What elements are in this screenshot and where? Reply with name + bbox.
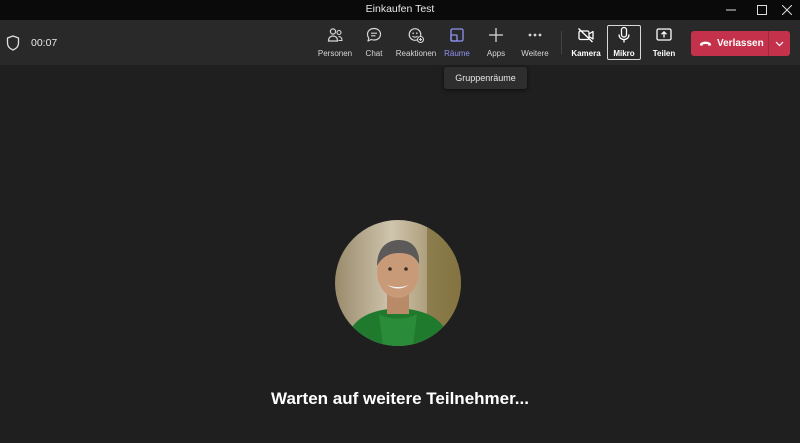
close-icon	[782, 5, 792, 15]
rooms-tooltip: Gruppenräume	[444, 67, 527, 89]
camera-button[interactable]: Kamera	[570, 24, 602, 61]
more-icon	[528, 33, 542, 37]
share-button[interactable]: Teilen	[650, 24, 678, 61]
shield-icon	[6, 35, 20, 51]
title-bar: Einkaufen Test	[0, 0, 800, 20]
camera-off-icon	[578, 27, 594, 43]
apps-button[interactable]: Apps	[484, 24, 508, 61]
chevron-down-icon	[775, 41, 784, 46]
waiting-message: Warten auf weitere Teilnehmer...	[271, 389, 529, 408]
leave-options-dropdown[interactable]	[769, 31, 790, 56]
participant-avatar	[335, 220, 461, 346]
minimize-icon	[726, 9, 736, 11]
chat-icon	[366, 27, 382, 42]
more-button[interactable]: Weitere	[520, 24, 550, 61]
reactions-label: Reaktionen	[395, 49, 437, 58]
microphone-icon	[618, 26, 630, 43]
camera-label: Kamera	[571, 49, 601, 58]
window-title: Einkaufen Test	[365, 3, 435, 15]
meeting-toolbar: 00:07 Personen Chat Reaktionen Räume App…	[0, 20, 800, 65]
reactions-button[interactable]: Reaktionen	[396, 24, 436, 61]
minimize-button[interactable]	[716, 0, 746, 20]
leave-button[interactable]: Verlassen	[691, 31, 768, 56]
plus-icon	[489, 28, 503, 42]
people-label: Personen	[317, 49, 353, 58]
hang-up-icon	[699, 41, 712, 46]
reactions-icon	[408, 28, 425, 44]
toolbar-divider	[561, 31, 562, 54]
close-button[interactable]	[772, 0, 800, 20]
chat-button[interactable]: Chat	[362, 24, 386, 61]
leave-label: Verlassen	[717, 38, 764, 49]
mic-button[interactable]: Mikro	[610, 24, 638, 61]
avatar-photo	[335, 220, 461, 346]
mic-label: Mikro	[613, 49, 635, 58]
share-label: Teilen	[652, 49, 676, 58]
chat-label: Chat	[365, 49, 383, 58]
apps-label: Apps	[486, 49, 506, 58]
breakout-rooms-icon	[450, 28, 464, 42]
rooms-button[interactable]: Räume	[444, 24, 470, 61]
people-button[interactable]: Personen	[318, 24, 352, 61]
meeting-timer: 00:07	[31, 37, 58, 49]
people-icon	[327, 28, 343, 42]
leave-button-group: Verlassen	[691, 31, 790, 56]
rooms-label: Räume	[444, 49, 470, 58]
share-screen-icon	[656, 28, 672, 41]
maximize-icon	[757, 5, 767, 15]
more-label: Weitere	[521, 49, 549, 58]
